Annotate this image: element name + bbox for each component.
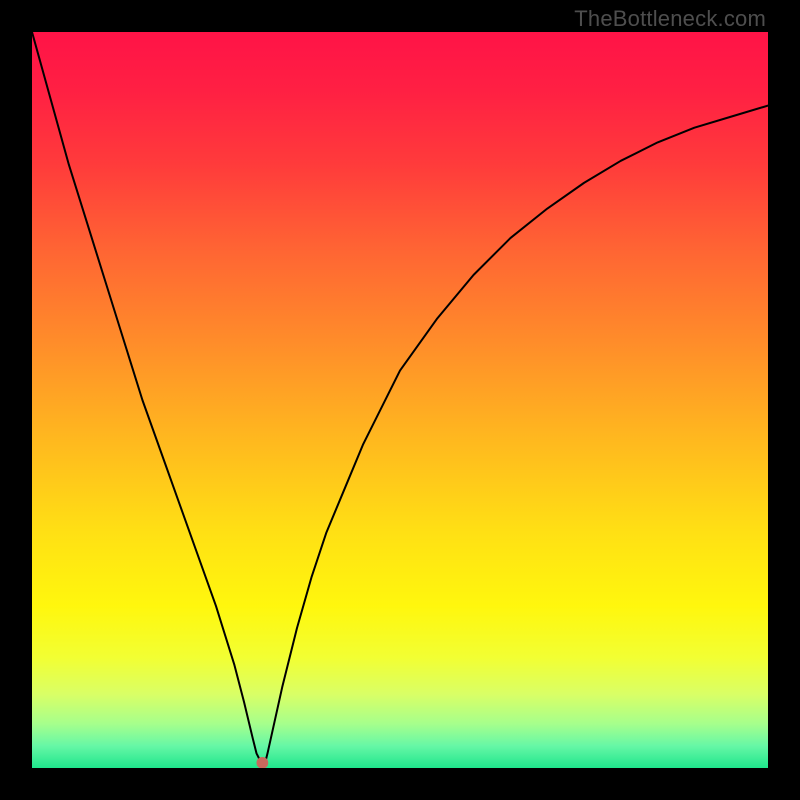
plot-area [32,32,768,768]
bottleneck-curve [32,32,768,768]
chart-container: TheBottleneck.com [0,0,800,800]
curve-layer [32,32,768,768]
watermark-text: TheBottleneck.com [574,6,766,32]
